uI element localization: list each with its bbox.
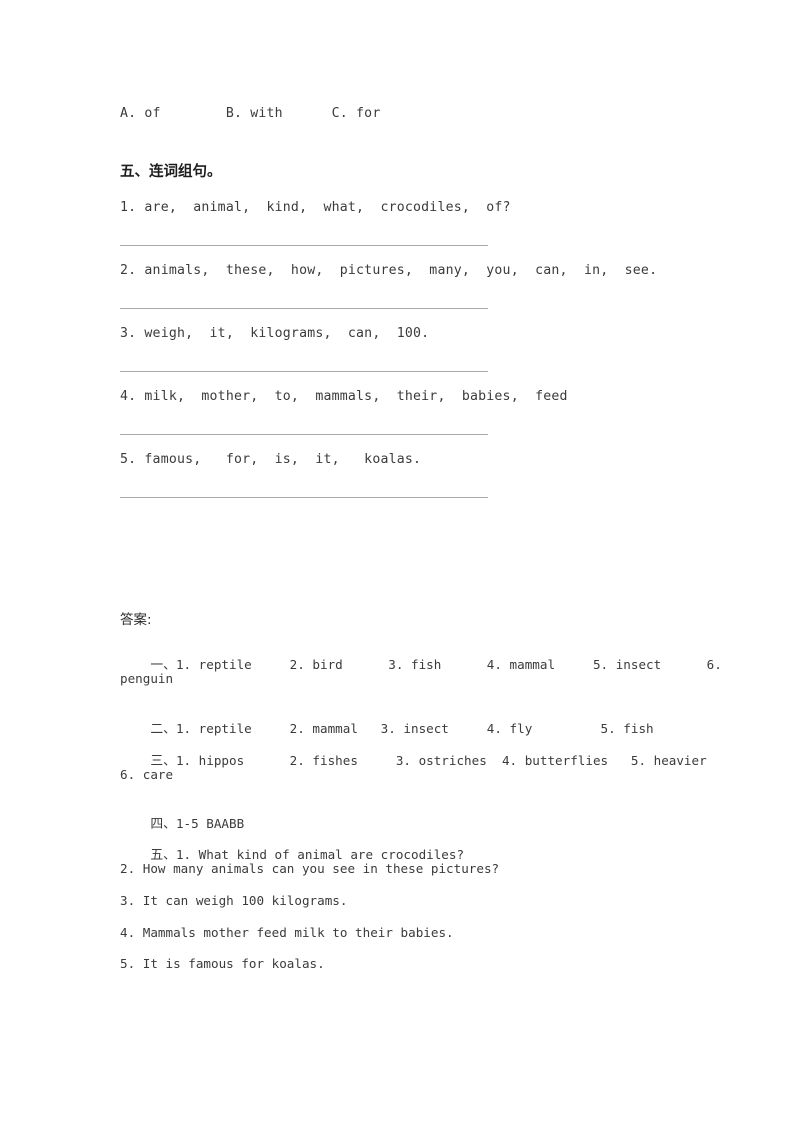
answer-key-body: 1. reptile 2. mammal 3. insect 4. fly 5.…	[175, 721, 654, 736]
answer-key-row: 一、1. reptile 2. bird 3. fish 4. mammal 5…	[120, 639, 722, 688]
answer-key-sentence: 2. How many animals can you see in these…	[120, 861, 500, 876]
answer-blank-line[interactable]	[120, 434, 488, 435]
multiple-choice-options: A. of B. with C. for	[120, 106, 381, 121]
answer-key-sentence: 3. It can weigh 100 kilograms.	[120, 893, 348, 908]
answer-blank-line[interactable]	[120, 497, 488, 498]
answer-key-body: 1. hippos 2. fishes 3. ostriches 4. butt…	[175, 753, 707, 768]
answer-key-sentence: 4. Mammals mother feed milk to their bab…	[120, 925, 454, 940]
answer-key-continuation: 6. care	[120, 767, 174, 782]
answer-key-row: 三、1. hippos 2. fishes 3. ostriches 4. bu…	[120, 735, 707, 784]
answer-key-continuation: penguin	[120, 671, 174, 686]
section-heading-five: 五、连词组句。	[120, 164, 222, 180]
question-item: 1. are, animal, kind, what, crocodiles, …	[120, 200, 511, 215]
answer-blank-line[interactable]	[120, 308, 488, 309]
answer-key-body: 1. What kind of animal are crocodiles?	[175, 847, 465, 862]
answer-key-body: 1. reptile 2. bird 3. fish 4. mammal 5. …	[175, 657, 722, 672]
answer-blank-line[interactable]	[120, 245, 488, 246]
question-item: 3. weigh, it, kilograms, can, 100.	[120, 326, 430, 341]
question-item: 4. milk, mother, to, mammals, their, bab…	[120, 389, 568, 404]
answer-key-sentence: 5. It is famous for koalas.	[120, 956, 325, 971]
answer-blank-line[interactable]	[120, 371, 488, 372]
answer-key-heading: 答案:	[120, 612, 152, 628]
question-item: 5. famous, for, is, it, koalas.	[120, 452, 422, 467]
worksheet-page: A. of B. with C. for 五、连词组句。 1. are, ani…	[0, 0, 800, 1132]
question-item: 2. animals, these, how, pictures, many, …	[120, 263, 658, 278]
